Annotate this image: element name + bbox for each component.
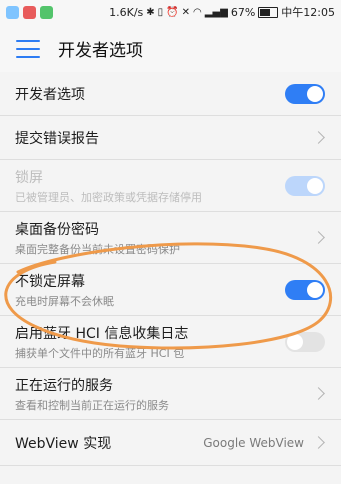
setting-stay-awake[interactable]: 不锁定屏幕 充电时屏幕不会休眠 (0, 264, 341, 316)
setting-subtitle: 查看和控制当前正在运行的服务 (15, 398, 169, 412)
setting-title: 开发者选项 (15, 86, 85, 103)
chevron-right-icon (312, 387, 325, 400)
status-bar: 1.6K/s ✱ ▯ ⏰ ✕ ◠ ▂▄▆ 67% 中午12:05 (0, 0, 341, 24)
setting-value: Google WebView (203, 435, 304, 450)
setting-title: 正在运行的服务 (15, 377, 113, 394)
app-bar: 开发者选项 (0, 24, 341, 72)
vibrate-icon: ▯ (157, 6, 164, 18)
developer-options-toggle[interactable] (285, 83, 325, 104)
page-title: 开发者选项 (58, 40, 143, 61)
setting-title: 启用蓝牙 HCI 信息收集日志 (15, 325, 189, 342)
setting-title: 锁屏 (15, 169, 43, 186)
setting-title: WebView 实现 (15, 435, 112, 452)
setting-subtitle: 充电时屏幕不会休眠 (15, 294, 114, 308)
wifi-icon: ◠ (193, 6, 202, 18)
network-speed: 1.6K/s (109, 5, 144, 19)
menu-icon[interactable] (16, 38, 40, 58)
app-notification-icon (40, 5, 53, 19)
setting-lock-screen: 锁屏 已被管理员、加密政策或凭据存储停用 (0, 160, 341, 212)
setting-running-services[interactable]: 正在运行的服务 查看和控制当前正在运行的服务 (0, 368, 341, 420)
setting-title: 提交错误报告 (15, 130, 99, 147)
mute-icon: ✕ (181, 6, 191, 18)
setting-title: 不锁定屏幕 (15, 273, 85, 290)
chevron-right-icon (312, 436, 325, 449)
settings-list: 开发者选项 提交错误报告 锁屏 已被管理员、加密政策或凭据存储停用 桌面备份密码… (0, 72, 341, 466)
battery-percent: 67% (230, 5, 256, 19)
alarm-icon: ⏰ (166, 6, 179, 18)
chevron-right-icon (312, 231, 325, 244)
app-notification-icon (23, 5, 36, 19)
battery-icon (258, 6, 279, 18)
setting-backup-password[interactable]: 桌面备份密码 桌面完整备份当前未设置密码保护 (0, 212, 341, 264)
setting-subtitle: 已被管理员、加密政策或凭据存储停用 (15, 190, 202, 204)
app-notification-icon (6, 5, 19, 19)
setting-subtitle: 桌面完整备份当前未设置密码保护 (15, 242, 180, 256)
setting-bluetooth-hci-log[interactable]: 启用蓝牙 HCI 信息收集日志 捕获单个文件中的所有蓝牙 HCI 包 (0, 316, 341, 368)
signal-icon: ▂▄▆ (204, 6, 228, 18)
lock-screen-toggle (285, 175, 325, 196)
setting-title: 桌面备份密码 (15, 221, 99, 238)
clock: 中午12:05 (281, 6, 335, 19)
setting-bug-report[interactable]: 提交错误报告 (0, 116, 341, 160)
setting-subtitle: 捕获单个文件中的所有蓝牙 HCI 包 (15, 346, 185, 360)
bluetooth-hci-log-toggle[interactable] (285, 331, 325, 352)
setting-webview-implementation[interactable]: WebView 实现 Google WebView (0, 420, 341, 466)
stay-awake-toggle[interactable] (285, 279, 325, 300)
bluetooth-icon: ✱ (146, 6, 155, 18)
chevron-right-icon (312, 131, 325, 144)
setting-developer-options[interactable]: 开发者选项 (0, 72, 341, 116)
